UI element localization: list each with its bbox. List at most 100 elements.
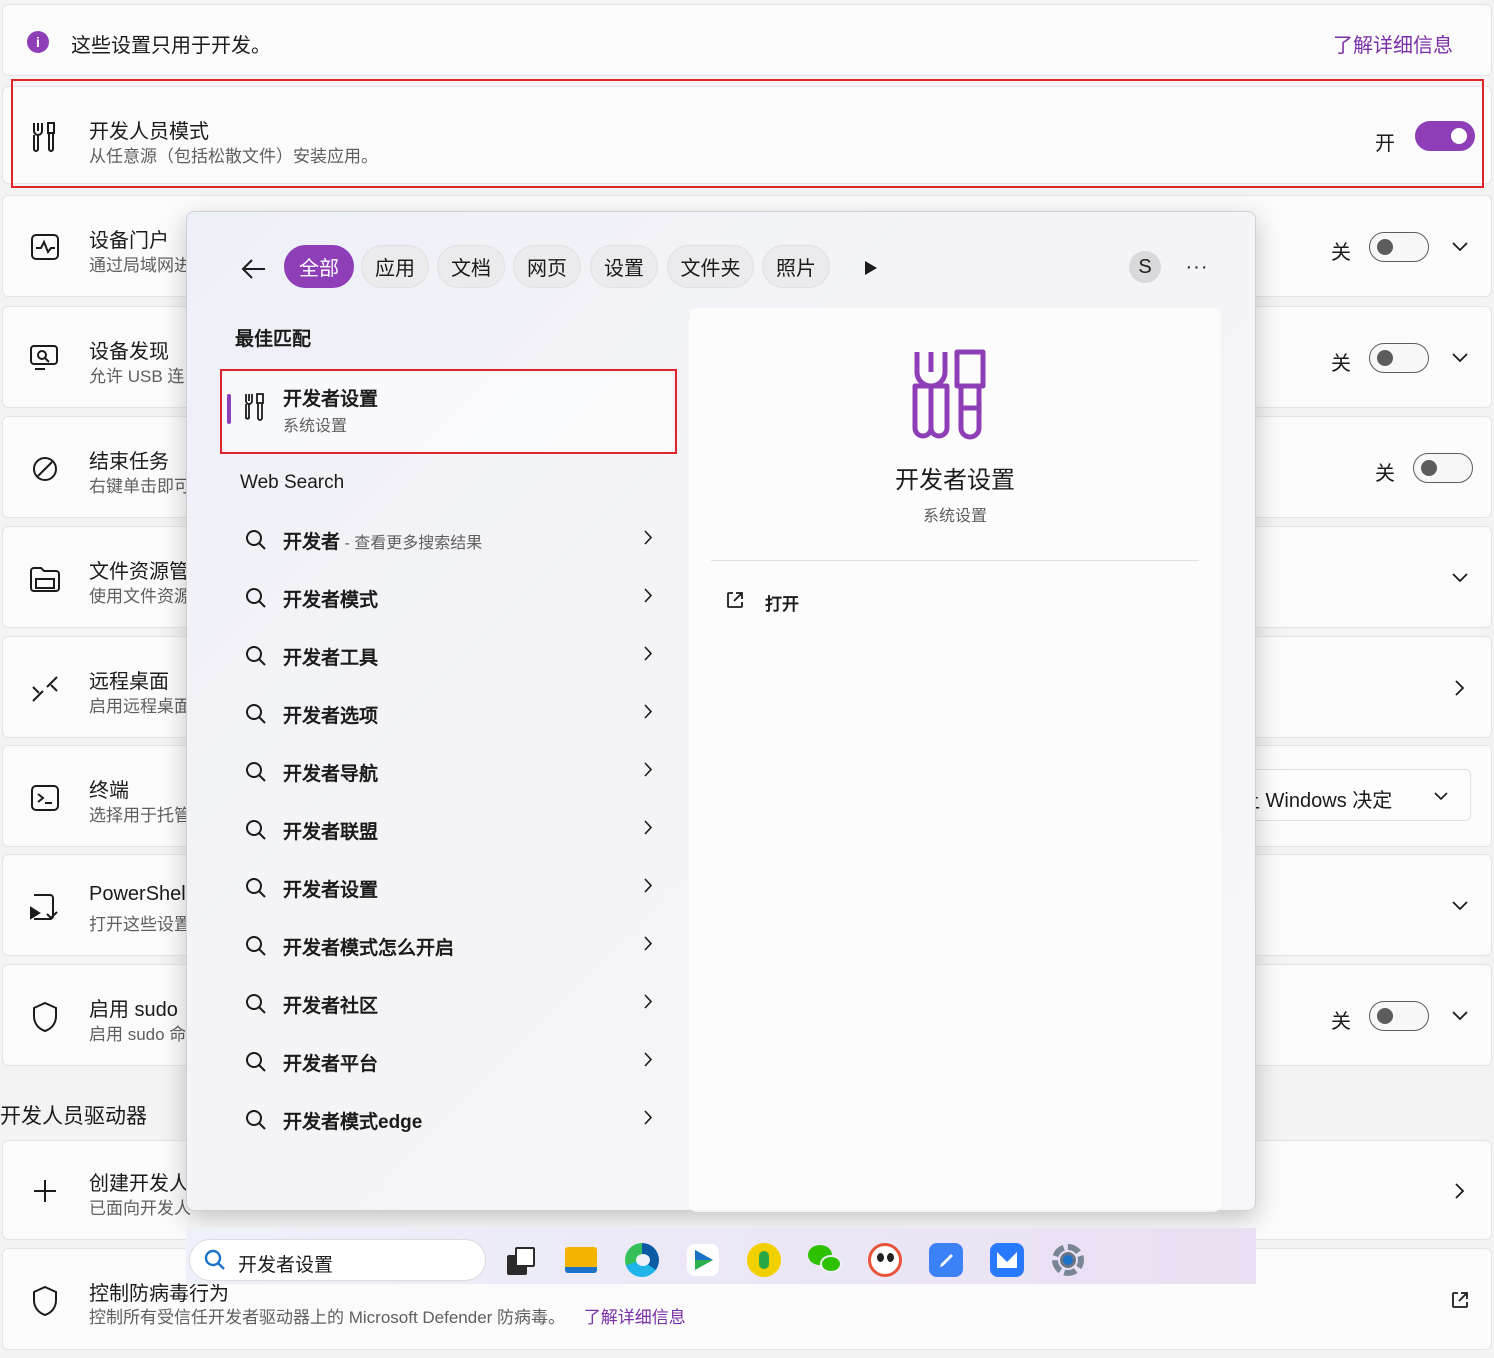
filter-tab-apps[interactable]: 应用 xyxy=(361,245,429,288)
powershell-title: PowerShel xyxy=(89,883,186,905)
terminal-icon xyxy=(29,782,61,814)
back-arrow-icon[interactable] xyxy=(237,252,271,286)
open-action-label: 打开 xyxy=(765,595,799,614)
edge-icon[interactable] xyxy=(623,1241,661,1279)
device-portal-toggle[interactable] xyxy=(1369,232,1429,262)
open-action[interactable]: 打开 xyxy=(723,586,923,616)
chevron-right-icon xyxy=(644,704,653,724)
developer-mode-state: 开 xyxy=(1375,133,1395,155)
mail-app-icon[interactable] xyxy=(988,1241,1026,1279)
device-discovery-toggle[interactable] xyxy=(1369,343,1429,373)
dev-tools-icon xyxy=(29,120,61,152)
antivirus-subtitle: 控制所有受信任开发者驱动器上的 Microsoft Defender 防病毒。 … xyxy=(89,1303,686,1328)
chevron-down-icon[interactable] xyxy=(1449,567,1471,589)
notes-app-icon[interactable] xyxy=(927,1241,965,1279)
pulse-icon xyxy=(29,231,61,263)
taskbar-search-box[interactable]: 开发者设置 xyxy=(189,1239,486,1281)
device-portal-title: 设备门户 xyxy=(89,230,169,252)
media-player-icon[interactable] xyxy=(684,1241,722,1279)
chevron-down-icon[interactable] xyxy=(1449,895,1471,917)
search-result-text: 开发者模式edge xyxy=(283,1111,423,1133)
section-title-dev-drives: 开发人员驱动器 xyxy=(0,1105,147,1128)
shield-icon xyxy=(29,1001,61,1033)
block-icon xyxy=(29,453,61,485)
play-icon[interactable] xyxy=(859,256,883,280)
divider xyxy=(711,560,1199,561)
search-icon xyxy=(245,703,267,730)
chevron-right-icon xyxy=(644,646,653,666)
search-result-2[interactable]: 开发者工具 xyxy=(227,633,667,679)
search-result-0[interactable]: 开发者 - 查看更多搜索结果 xyxy=(227,517,667,563)
search-result-text: 开发者导航 xyxy=(283,763,379,785)
info-text: 这些设置只用于开发。 xyxy=(71,35,271,57)
search-result-5[interactable]: 开发者联盟 xyxy=(227,807,667,853)
search-result-9[interactable]: 开发者平台 xyxy=(227,1039,667,1085)
avatar[interactable]: S xyxy=(1129,251,1161,283)
search-result-7[interactable]: 开发者模式怎么开启 xyxy=(227,923,667,969)
task-view-icon[interactable] xyxy=(502,1241,540,1279)
file-explorer-subtitle: 使用文件资源 xyxy=(89,587,191,606)
chevron-right-icon[interactable] xyxy=(1449,1180,1471,1202)
search-result-8[interactable]: 开发者社区 xyxy=(227,981,667,1027)
antivirus-subtitle-text: 控制所有受信任开发者驱动器上的 Microsoft Defender 防病毒。 xyxy=(89,1308,566,1327)
sudo-toggle[interactable] xyxy=(1369,1001,1429,1031)
search-flyout: 全部 应用 文档 网页 设置 文件夹 照片 S ··· 最佳匹配 开发者设置 系… xyxy=(186,211,1256,1212)
search-result-3[interactable]: 开发者选项 xyxy=(227,691,667,737)
chevron-right-icon[interactable] xyxy=(1449,677,1471,699)
terminal-subtitle: 选择用于托管 xyxy=(89,806,191,825)
search-icon xyxy=(245,993,267,1020)
filter-tab-folders[interactable]: 文件夹 xyxy=(667,245,754,288)
search-result-text: 开发者模式 xyxy=(283,589,379,611)
best-match-heading: 最佳匹配 xyxy=(235,329,312,350)
search-icon xyxy=(245,529,267,556)
dev-tools-large-icon xyxy=(911,348,991,445)
music-icon[interactable] xyxy=(745,1241,783,1279)
device-discovery-state: 关 xyxy=(1331,353,1351,375)
search-result-text: 开发者选项 xyxy=(283,705,379,727)
settings-icon[interactable] xyxy=(1049,1241,1087,1279)
remote-desktop-title: 远程桌面 xyxy=(89,671,169,693)
chevron-right-icon xyxy=(644,936,653,956)
search-result-4[interactable]: 开发者导航 xyxy=(227,749,667,795)
panda-app-icon[interactable] xyxy=(866,1241,904,1279)
external-link-icon[interactable] xyxy=(1449,1289,1471,1311)
detail-pane: 开发者设置 系统设置 打开 xyxy=(689,308,1221,1212)
search-result-text: 开发者社区 xyxy=(283,995,379,1017)
developer-mode-row: 开发人员模式 从任意源（包括松散文件）安装应用。 开 xyxy=(2,86,1492,184)
chevron-down-icon[interactable] xyxy=(1449,1005,1471,1027)
filter-tab-settings[interactable]: 设置 xyxy=(590,245,658,288)
learn-more-link[interactable]: 了解详细信息 xyxy=(1333,29,1453,58)
taskbar-search-value: 开发者设置 xyxy=(238,1255,334,1276)
device-discovery-subtitle: 允许 USB 连 xyxy=(89,367,185,386)
search-result-label: 开发者 - 查看更多搜索结果 xyxy=(283,527,482,554)
chevron-down-icon[interactable] xyxy=(1449,236,1471,258)
more-options-icon[interactable]: ··· xyxy=(1183,252,1211,282)
sudo-state: 关 xyxy=(1331,1011,1351,1033)
developer-mode-toggle[interactable] xyxy=(1415,121,1475,151)
best-match-item[interactable]: 开发者设置 系统设置 xyxy=(223,370,673,452)
search-icon xyxy=(245,1051,267,1078)
filter-tab-all[interactable]: 全部 xyxy=(284,245,354,288)
terminal-dropdown-value: 让 Windows 决定 xyxy=(1240,790,1393,812)
chevron-down-icon[interactable] xyxy=(1449,347,1471,369)
powershell-icon xyxy=(29,891,61,923)
search-icon xyxy=(245,645,267,672)
wechat-icon[interactable] xyxy=(806,1241,844,1279)
end-task-toggle[interactable] xyxy=(1413,453,1473,483)
file-explorer-icon[interactable] xyxy=(562,1241,600,1279)
device-discovery-icon xyxy=(29,342,61,374)
search-result-10[interactable]: 开发者模式edge xyxy=(227,1097,667,1143)
developer-mode-subtitle: 从任意源（包括松散文件）安装应用。 xyxy=(89,147,378,166)
search-result-text: 开发者联盟 xyxy=(283,821,379,843)
filter-tab-photos[interactable]: 照片 xyxy=(762,245,830,288)
antivirus-learn-more-link[interactable]: 了解详细信息 xyxy=(584,1308,686,1327)
search-result-1[interactable]: 开发者模式 xyxy=(227,575,667,621)
filter-tab-documents[interactable]: 文档 xyxy=(437,245,505,288)
search-icon xyxy=(204,1249,226,1276)
filter-tab-web[interactable]: 网页 xyxy=(513,245,581,288)
developer-mode-title: 开发人员模式 xyxy=(89,121,209,143)
search-result-6[interactable]: 开发者设置 xyxy=(227,865,667,911)
best-match-title: 开发者设置 xyxy=(283,389,379,410)
best-match-subtitle: 系统设置 xyxy=(283,418,348,435)
device-portal-state: 关 xyxy=(1331,242,1351,264)
